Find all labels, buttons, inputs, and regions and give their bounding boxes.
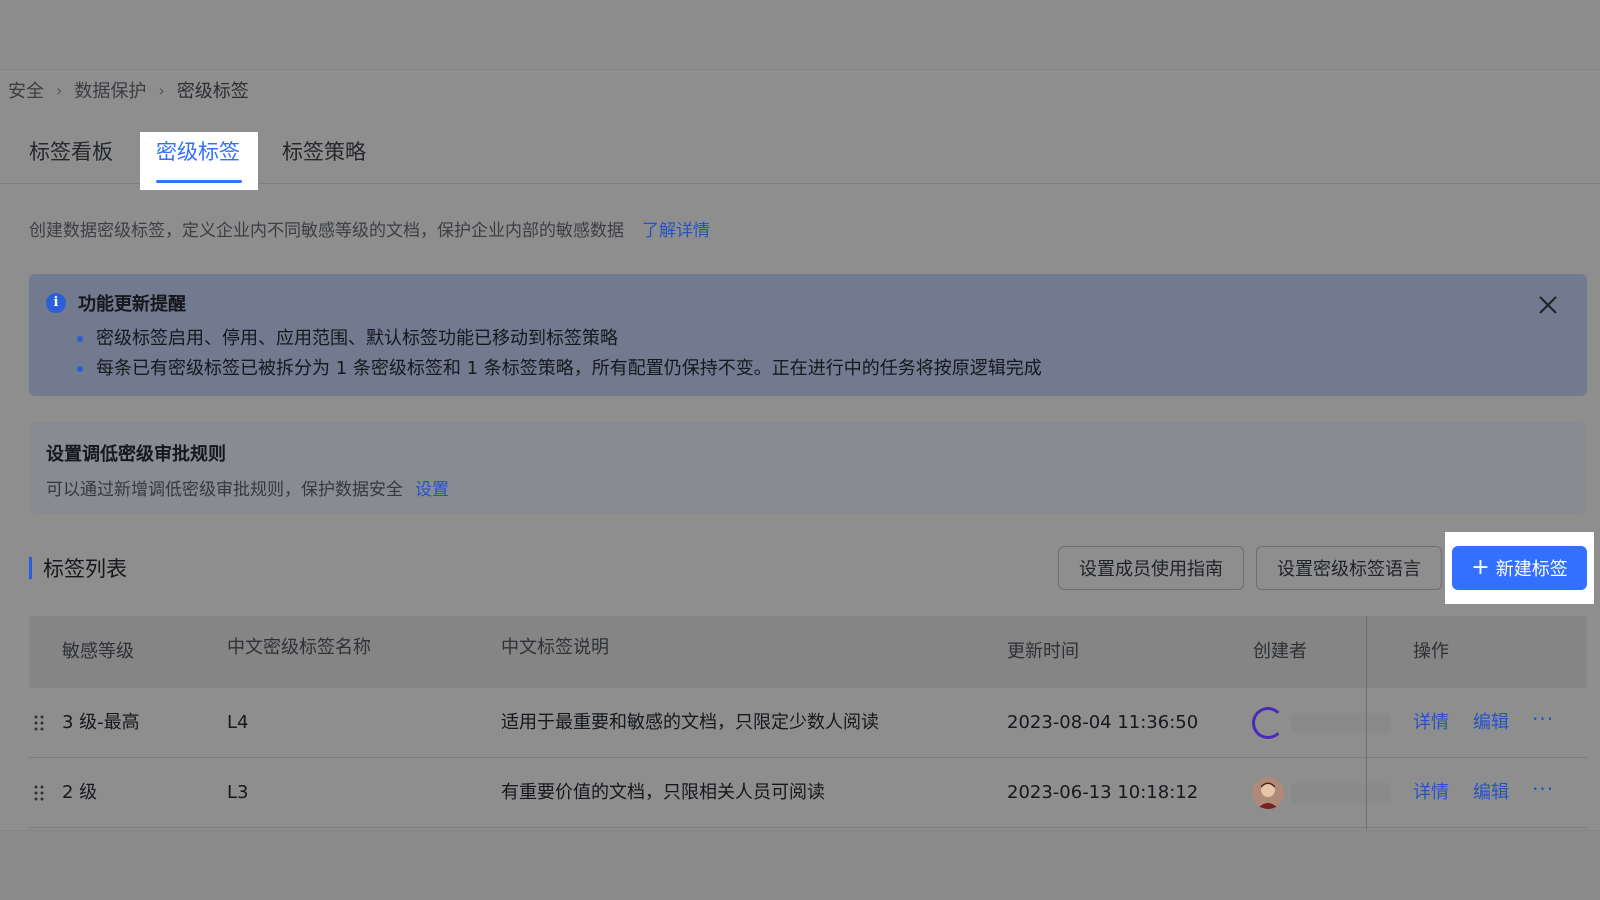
learn-more-link[interactable]: 了解详情 <box>642 216 710 241</box>
column-header-level: 敏感等级 <box>62 641 134 662</box>
column-header-desc: 中文标签说明 <box>501 637 609 658</box>
actions-column-divider <box>1366 616 1367 830</box>
bullet-dot-icon <box>77 336 83 342</box>
cell-level: 3 级-最高 <box>62 712 140 733</box>
creator-name-redacted <box>1291 713 1391 733</box>
column-header-updated: 更新时间 <box>1007 641 1079 662</box>
breadcrumb: 安全 › 数据保护 › 密级标签 <box>8 77 249 103</box>
new-label-button[interactable]: + 新建标签 <box>1452 546 1587 590</box>
label-list-title: 标签列表 <box>43 557 127 581</box>
plus-icon: + <box>1471 555 1490 580</box>
breadcrumb-item-data-protection[interactable]: 数据保护 <box>74 77 146 103</box>
cell-name: L4 <box>227 712 249 733</box>
cell-updated: 2023-08-04 11:36:50 <box>1007 712 1199 733</box>
tab-classification-labels[interactable]: 密级标签 <box>156 132 240 172</box>
member-guide-button[interactable]: 设置成员使用指南 <box>1058 546 1244 590</box>
breadcrumb-item-current: 密级标签 <box>176 81 249 102</box>
list-item: 密级标签启用、停用、应用范围、默认标签功能已移动到标签策略 <box>77 324 1042 354</box>
detail-link[interactable]: 详情 <box>1413 758 1449 828</box>
tab-label-policy[interactable]: 标签策略 <box>282 132 366 172</box>
breadcrumb-item-security[interactable]: 安全 <box>8 77 44 103</box>
label-table: 敏感等级 中文密级标签名称 中文标签说明 更新时间 创建者 操作 3 级-最高 … <box>29 616 1587 828</box>
list-item: 每条已有密级标签已被拆分为 1 条密级标签和 1 条标签策略，所有配置仍保持不变… <box>77 354 1042 384</box>
notice-item-text: 每条已有密级标签已被拆分为 1 条密级标签和 1 条标签策略，所有配置仍保持不变… <box>96 358 1042 379</box>
new-label-text: 新建标签 <box>1495 559 1568 580</box>
column-header-creator: 创建者 <box>1253 641 1307 662</box>
set-rule-link[interactable]: 设置 <box>415 475 449 500</box>
column-header-name: 中文密级标签名称 <box>227 637 371 658</box>
more-icon[interactable]: ··· <box>1532 758 1554 828</box>
notice-title: 功能更新提醒 <box>78 294 186 315</box>
chevron-right-icon: › <box>158 80 165 100</box>
description-text: 创建数据密级标签，定义企业内不同敏感等级的文档，保护企业内部的敏感数据 <box>29 221 624 241</box>
drag-handle-icon[interactable] <box>34 713 44 733</box>
edit-link[interactable]: 编辑 <box>1473 758 1509 828</box>
rule-card-subtitle: 可以通过新增调低密级审批规则，保护数据安全 设置 <box>46 475 449 500</box>
cell-name: L3 <box>227 782 249 803</box>
rule-card-title: 设置调低密级审批规则 <box>46 444 226 465</box>
label-list-header: 标签列表 <box>29 552 127 584</box>
page-description: 创建数据密级标签，定义企业内不同敏感等级的文档，保护企业内部的敏感数据 了解详情 <box>29 216 710 241</box>
active-tab-indicator <box>156 180 242 183</box>
bottom-area <box>0 830 1600 900</box>
avatar <box>1252 777 1284 809</box>
info-icon: i <box>46 293 66 313</box>
table-header: 敏感等级 中文密级标签名称 中文标签说明 更新时间 创建者 操作 <box>29 616 1587 688</box>
more-icon[interactable]: ··· <box>1532 688 1554 758</box>
drag-handle-icon[interactable] <box>34 783 44 803</box>
approval-rule-card: 设置调低密级审批规则 可以通过新增调低密级审批规则，保护数据安全 设置 <box>29 422 1587 514</box>
section-accent-bar <box>29 557 32 579</box>
cell-desc: 适用于最重要和敏感的文档，只限定少数人阅读 <box>501 712 879 733</box>
close-icon[interactable] <box>1537 294 1559 316</box>
detail-link[interactable]: 详情 <box>1413 688 1449 758</box>
rule-card-text: 可以通过新增调低密级审批规则，保护数据安全 <box>46 480 403 500</box>
person-avatar-icon <box>1257 782 1279 809</box>
table-row: 3 级-最高 L4 适用于最重要和敏感的文档，只限定少数人阅读 2023-08-… <box>29 688 1587 758</box>
notice-list: 密级标签启用、停用、应用范围、默认标签功能已移动到标签策略 每条已有密级标签已被… <box>77 324 1042 384</box>
cell-updated: 2023-06-13 10:18:12 <box>1007 782 1199 803</box>
table-row: 2 级 L3 有重要价值的文档，只限相关人员可阅读 2023-06-13 10:… <box>29 758 1587 828</box>
feature-update-notice: i 功能更新提醒 密级标签启用、停用、应用范围、默认标签功能已移动到标签策略 每… <box>29 274 1587 396</box>
cell-desc: 有重要价值的文档，只限相关人员可阅读 <box>501 782 825 803</box>
bullet-dot-icon <box>77 366 83 372</box>
cell-level: 2 级 <box>62 782 98 803</box>
avatar <box>1252 707 1284 739</box>
notice-item-text: 密级标签启用、停用、应用范围、默认标签功能已移动到标签策略 <box>96 328 618 349</box>
column-header-actions: 操作 <box>1413 641 1449 662</box>
label-language-button[interactable]: 设置密级标签语言 <box>1256 546 1442 590</box>
chevron-right-icon: › <box>56 80 63 100</box>
top-bar <box>0 0 1600 70</box>
edit-link[interactable]: 编辑 <box>1473 688 1509 758</box>
creator-name-redacted <box>1291 783 1391 803</box>
tab-label-dashboard[interactable]: 标签看板 <box>29 132 113 172</box>
